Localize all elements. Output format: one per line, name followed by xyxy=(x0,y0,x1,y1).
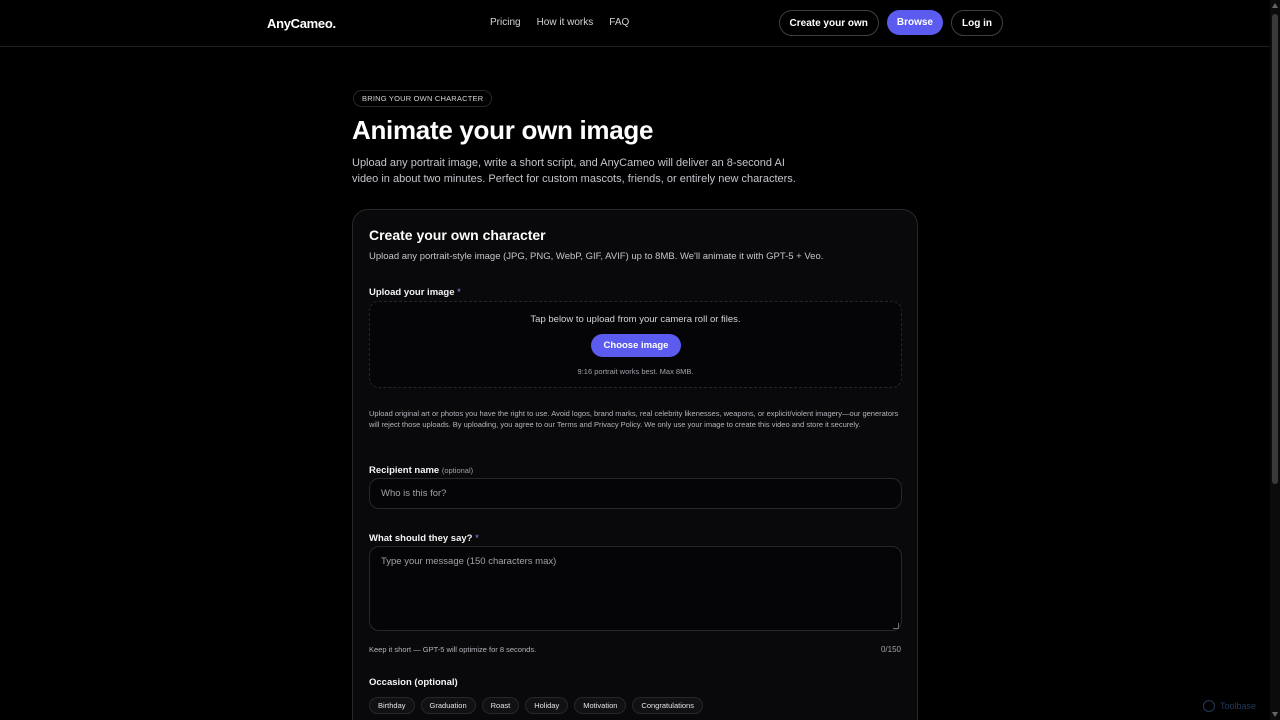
watermark-text: Toolbase xyxy=(1220,701,1257,711)
nav-links: Pricing How it works FAQ xyxy=(490,17,629,28)
message-label: What should they say? * xyxy=(369,533,479,544)
create-your-own-button[interactable]: Create your own xyxy=(778,10,879,36)
page-description: Upload any portrait image, write a short… xyxy=(352,157,796,185)
occasion-chip-roast[interactable]: Roast xyxy=(481,697,520,714)
page-scrollbar[interactable] xyxy=(1270,0,1280,720)
occasion-chip-motivation[interactable]: Motivation xyxy=(574,697,627,714)
upload-legal-notice: Upload original art or photos you have t… xyxy=(369,409,899,429)
card-subtitle: Upload any portrait-style image (JPG, PN… xyxy=(369,251,824,262)
occasion-label: Occasion (optional) xyxy=(369,677,458,688)
upload-label: Upload your image * xyxy=(369,287,461,298)
nav-link-how-it-works[interactable]: How it works xyxy=(537,17,594,28)
optional-note: (optional) xyxy=(441,466,474,475)
message-label-text: What should they say? xyxy=(369,533,473,544)
eyebrow-badge: BRING YOUR OWN CHARACTER xyxy=(353,90,493,107)
required-mark: * xyxy=(475,533,479,544)
scroll-thumb[interactable] xyxy=(1272,14,1278,484)
upload-label-text: Upload your image xyxy=(369,287,455,298)
page-title: Animate your own image xyxy=(352,115,654,145)
upload-hint: 9:16 portrait works best. Max 8MB. xyxy=(577,367,694,376)
scroll-down-arrow-icon[interactable] xyxy=(1272,712,1278,717)
create-character-card: Create your own character Upload any por… xyxy=(352,209,918,720)
browse-button[interactable]: Browse xyxy=(886,10,943,35)
occasion-chips: Birthday Graduation Roast Holiday Motiva… xyxy=(369,697,703,714)
occasion-chip-birthday[interactable]: Birthday xyxy=(369,697,415,714)
card-title: Create your own character xyxy=(369,227,546,243)
brand-logo[interactable]: AnyCameo. xyxy=(267,16,336,31)
required-mark: * xyxy=(457,287,461,298)
nav-link-faq[interactable]: FAQ xyxy=(609,17,629,28)
watermark: Toolbase xyxy=(1203,700,1256,712)
recipient-label-text: Recipient name xyxy=(369,465,440,476)
nav-link-pricing[interactable]: Pricing xyxy=(490,17,521,28)
occasion-chip-congratulations[interactable]: Congratulations xyxy=(632,697,703,714)
recipient-name-input[interactable] xyxy=(369,478,902,509)
scroll-up-arrow-icon[interactable] xyxy=(1272,3,1278,8)
recipient-label: Recipient name (optional) xyxy=(369,465,473,476)
login-button[interactable]: Log in xyxy=(951,10,1003,36)
choose-image-button[interactable]: Choose image xyxy=(591,334,681,357)
resize-grip-icon[interactable] xyxy=(893,623,899,629)
character-counter: 0/150 xyxy=(880,645,901,654)
nav-actions: Create your own Browse Log in xyxy=(778,10,1003,36)
upload-dropzone[interactable]: Tap below to upload from your camera rol… xyxy=(369,301,902,388)
message-helper: Keep it short — GPT-5 will optimize for … xyxy=(369,645,537,654)
upload-tip: Tap below to upload from your camera rol… xyxy=(530,314,741,325)
occasion-chip-graduation[interactable]: Graduation xyxy=(420,697,476,714)
occasion-chip-holiday[interactable]: Holiday xyxy=(525,697,569,714)
top-nav: AnyCameo. Pricing How it works FAQ Creat… xyxy=(0,0,1270,47)
message-textarea[interactable] xyxy=(369,546,902,631)
watermark-logo-icon xyxy=(1203,700,1215,712)
